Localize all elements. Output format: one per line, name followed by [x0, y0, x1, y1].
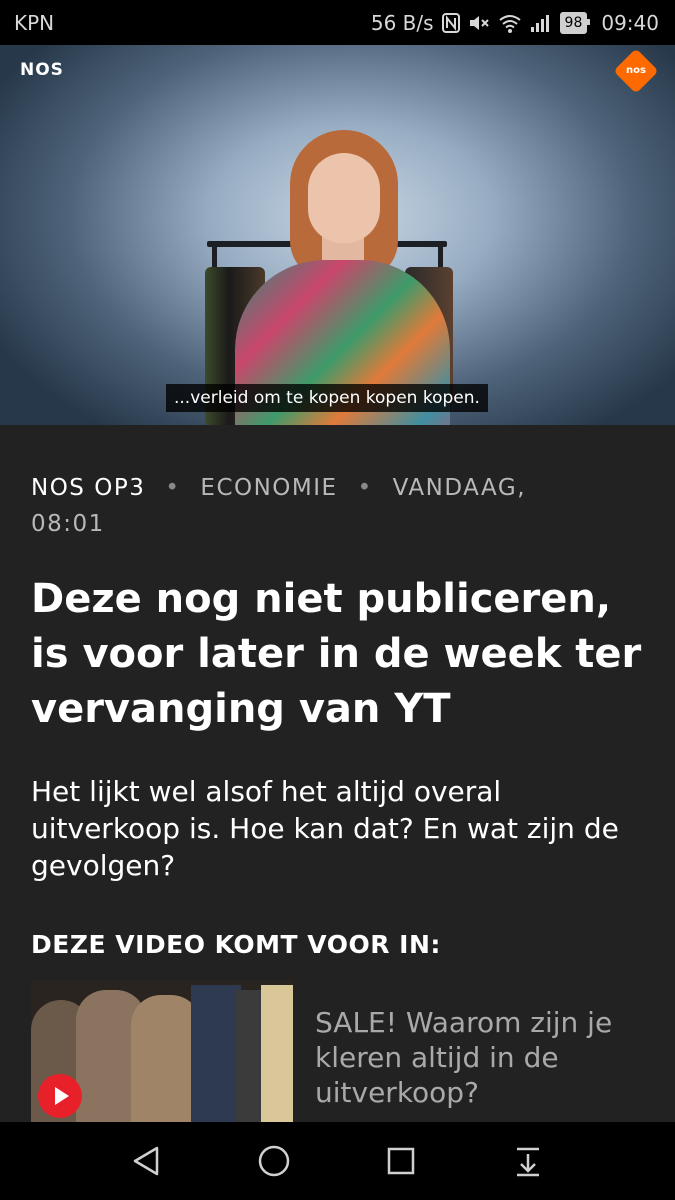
clock: 09:40 — [601, 11, 659, 35]
nfc-icon — [441, 12, 460, 34]
article-meta: NOS OP3 • ECONOMIE • VANDAAG, 08:01 — [31, 470, 631, 542]
article-lead: Het lijkt wel alsof het altijd overal ui… — [31, 775, 619, 882]
separator-dot: • — [165, 475, 181, 501]
article-headline: Deze nog niet publiceren, is voor later … — [31, 576, 642, 732]
separator-dot: • — [357, 475, 373, 501]
recents-icon[interactable] — [383, 1143, 419, 1179]
back-icon[interactable] — [128, 1143, 164, 1179]
nos-corner-badge: nos — [613, 48, 659, 94]
signal-icon — [530, 12, 552, 34]
video-subtitle: ...verleid om te kopen kopen kopen. — [166, 384, 488, 412]
related-video-thumbnail[interactable] — [31, 980, 293, 1122]
time-label: 08:01 — [31, 511, 105, 537]
battery-icon: 98 — [559, 12, 591, 34]
source-label: NOS OP3 — [31, 475, 146, 501]
status-bar: KPN 56 B/s 98 09:40 — [0, 0, 675, 45]
wifi-icon — [498, 12, 522, 34]
home-icon[interactable] — [256, 1143, 292, 1179]
mute-icon — [468, 12, 490, 34]
network-speed: 56 B/s — [370, 11, 434, 35]
play-icon[interactable] — [38, 1074, 82, 1118]
status-icons: 56 B/s 98 09:40 — [371, 11, 659, 35]
video-player[interactable]: NOS nos ...verleid om te kopen kopen kop… — [0, 45, 675, 425]
category-label: ECONOMIE — [200, 475, 338, 501]
date-label: VANDAAG, — [392, 475, 527, 501]
navigation-bar — [0, 1122, 675, 1200]
carrier-label: KPN — [14, 11, 55, 35]
notifications-pulldown-icon[interactable] — [510, 1143, 546, 1179]
related-video-title[interactable]: SALE! Waarom zijn je kleren altijd in de… — [315, 1005, 655, 1110]
section-title: DEZE VIDEO KOMT VOOR IN: — [31, 930, 441, 959]
presenter-face — [308, 153, 380, 243]
nos-logo: NOS — [20, 60, 64, 80]
